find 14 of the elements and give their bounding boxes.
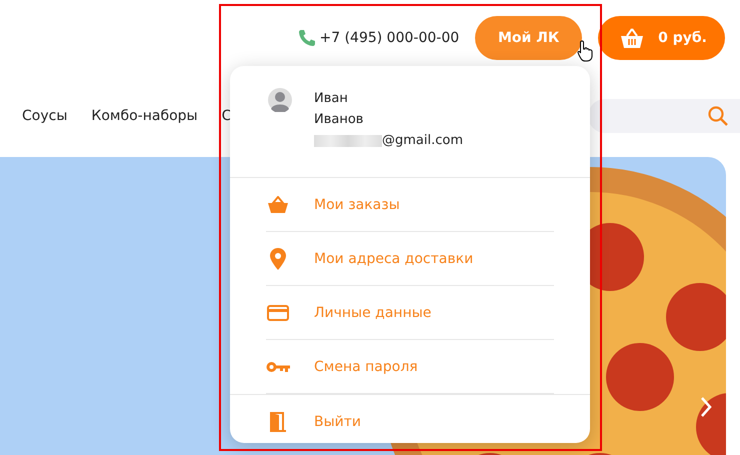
account-button[interactable]: Мой ЛК	[475, 16, 582, 60]
menu-item[interactable]: Смена пароля	[266, 340, 554, 394]
nav-link[interactable]: Комбо-наборы	[91, 108, 198, 124]
user-first-name: Иван	[314, 90, 349, 108]
nav-link[interactable]: Соусы	[22, 108, 68, 124]
user-email: @gmail.com	[382, 132, 464, 150]
nav-link[interactable]: С	[222, 108, 232, 124]
menu-item[interactable]: Мои заказы	[266, 178, 554, 232]
phone-number[interactable]: +7 (495) 000-00-00	[320, 30, 460, 46]
menu-item[interactable]: Личные данные	[266, 286, 554, 340]
menu-item[interactable]: Выйти	[230, 394, 590, 448]
cart-button[interactable]: 0 руб.	[598, 16, 725, 60]
menu-item[interactable]: Мои адреса доставки	[266, 232, 554, 286]
user-last-name: Иванов	[314, 111, 364, 129]
